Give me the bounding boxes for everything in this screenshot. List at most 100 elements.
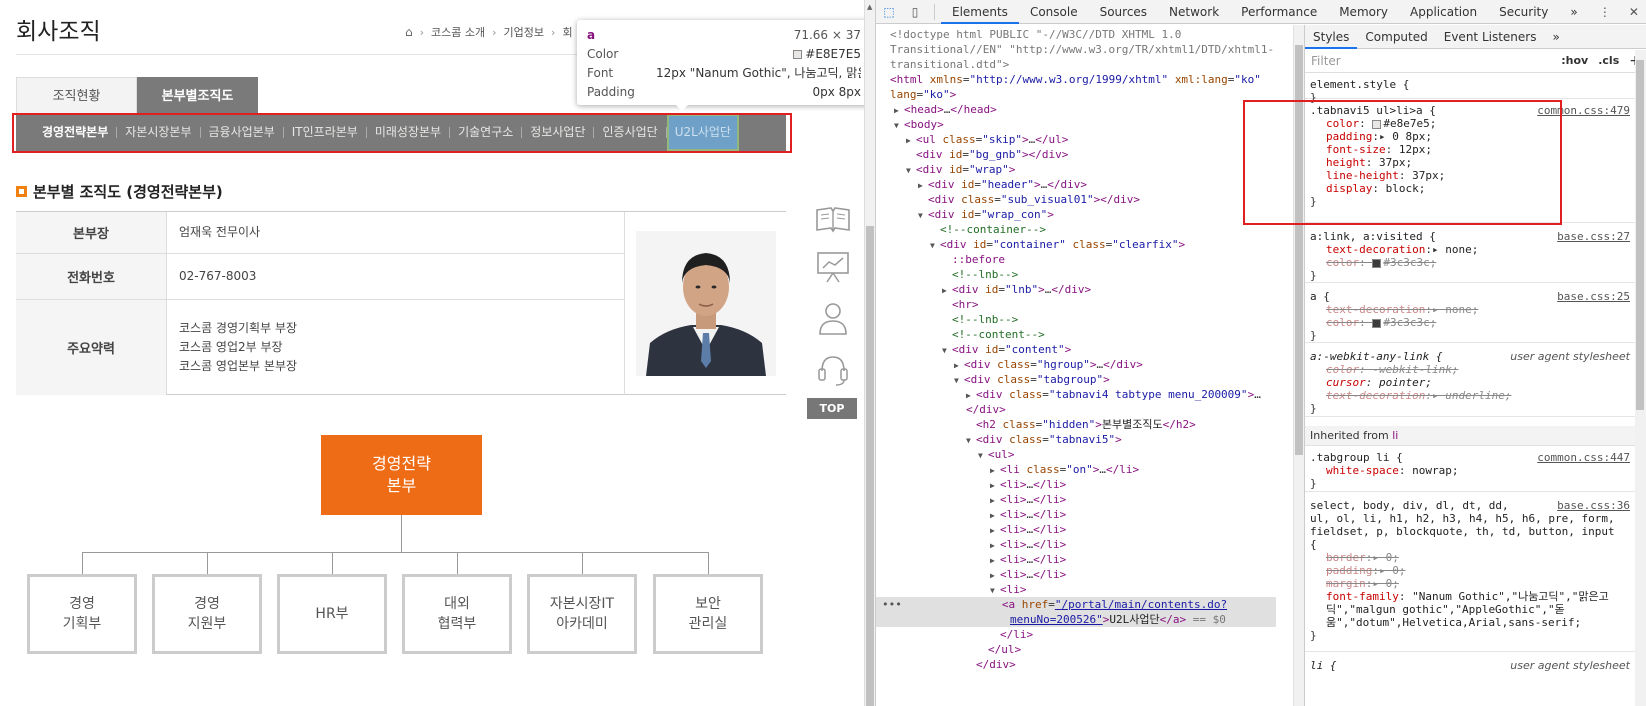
dom-line[interactable]: transitional.dtd"> [890, 57, 1009, 72]
headset-icon[interactable] [814, 351, 852, 389]
dom-line[interactable]: ▼ <div id="content"> [942, 342, 1071, 357]
dom-line[interactable]: <div class="sub_visual01"></div> [928, 192, 1140, 207]
css-rule-li-ua[interactable]: li { user agent stylesheet [1305, 656, 1635, 686]
more-tabs-icon[interactable]: » [1544, 25, 1567, 49]
page-scrollbar[interactable]: ▲ [864, 0, 875, 706]
dom-line[interactable]: ▶ <ul class="skip">…</ul> [906, 132, 1068, 147]
dom-line-selected[interactable]: ••• <a href="/portal/main/contents.do? men… [876, 597, 1276, 627]
dom-line[interactable]: ▶ <div class="tabnavi4 tabtype menu_20000… [966, 387, 1261, 402]
scroll-up-icon[interactable]: ▲ [867, 3, 872, 11]
dom-line[interactable]: ▶ <li>…</li> [990, 477, 1066, 492]
dom-line[interactable]: ▶ <div id="header">…</div> [918, 177, 1087, 192]
dom-line[interactable]: <!--container--> [940, 222, 1046, 237]
dom-line[interactable]: ▶ <li>…</li> [990, 567, 1066, 582]
presentation-icon[interactable] [814, 249, 852, 285]
dom-line[interactable]: ▼ <li> [990, 582, 1027, 597]
cls-toggle[interactable]: .cls [1598, 54, 1619, 67]
dom-line[interactable]: ▶ <li class="on">…</li> [990, 462, 1139, 477]
close-icon[interactable]: ✕ [1621, 5, 1646, 19]
dom-line[interactable]: ▶ <div class="hgroup">…</div> [954, 357, 1143, 372]
dom-line[interactable]: ▼ <div id="wrap_con"> [918, 207, 1054, 222]
org-dept-box[interactable]: 자본시장IT 아카데미 [527, 574, 637, 654]
dom-line[interactable]: <!--content--> [952, 327, 1045, 342]
top-button[interactable]: TOP [807, 398, 857, 419]
filter-input[interactable]: Filter [1311, 54, 1341, 68]
org-dept-box[interactable]: 대외 협력부 [402, 574, 512, 654]
more-tabs-icon[interactable]: » [1559, 0, 1588, 24]
dom-line[interactable]: ▼ <div class="tabgroup"> [954, 372, 1110, 387]
tab-org-status[interactable]: 조직현황 [16, 77, 137, 114]
tab-event-listeners[interactable]: Event Listeners [1436, 25, 1545, 49]
home-icon[interactable]: ⌂ [405, 25, 413, 39]
dom-line[interactable]: ▶ <li>…</li> [990, 552, 1066, 567]
rule-source-link[interactable]: base.css:36 [1557, 499, 1630, 512]
tab-console[interactable]: Console [1019, 0, 1089, 24]
styles-scrollbar[interactable] [1635, 50, 1646, 706]
dom-tree[interactable]: <!doctype html PUBLIC "-//W3C//DTD XHTML… [876, 25, 1293, 706]
breadcrumb-item[interactable]: 기업정보 [504, 24, 544, 40]
dom-line[interactable]: </div> [976, 657, 1016, 672]
dom-line[interactable]: lang="ko"> [890, 87, 956, 102]
dom-line[interactable]: ▶ <li>…</li> [990, 537, 1066, 552]
rule-source-link[interactable]: base.css:25 [1557, 290, 1630, 303]
dom-line[interactable]: ▼ <ul> [978, 447, 1015, 462]
dom-line[interactable]: <!--lnb--> [952, 267, 1018, 282]
rule-source-link[interactable]: common.css:447 [1537, 451, 1630, 464]
css-rule-webkit-any-link[interactable]: a:-webkit-any-link { user agent styleshe… [1305, 347, 1635, 417]
device-toggle-icon[interactable]: ▯ [902, 5, 928, 19]
dom-line[interactable]: ::before [952, 252, 1005, 267]
breadcrumb-item[interactable]: 회 [562, 24, 572, 40]
dom-line[interactable]: </div> [966, 402, 1006, 417]
person-icon[interactable] [814, 299, 852, 337]
css-rule-a-link[interactable]: a:link, a:visited { base.css:27 text-dec… [1305, 227, 1635, 283]
tab-computed[interactable]: Computed [1357, 25, 1435, 49]
quick-menu [809, 205, 857, 389]
dom-line[interactable]: <div id="bg_gnb"></div> [916, 147, 1068, 162]
tab-styles[interactable]: Styles [1305, 25, 1358, 49]
scroll-thumb[interactable] [866, 226, 874, 706]
tooltip-font-label: Font [587, 66, 614, 80]
dom-line[interactable]: ▶ <li>…</li> [990, 522, 1066, 537]
inspect-element-icon[interactable]: ⬚ [876, 5, 902, 19]
dom-line[interactable]: ▶ <div id="lnb">…</div> [942, 282, 1091, 297]
tab-division-org[interactable]: 본부별조직도 [137, 77, 258, 114]
book-icon[interactable] [814, 205, 852, 235]
tab-application[interactable]: Application [1399, 0, 1488, 24]
tab-performance[interactable]: Performance [1230, 0, 1328, 24]
dom-line[interactable]: </li> [1000, 627, 1033, 642]
dom-line[interactable]: ▼ <div class="tabnavi5"> [966, 432, 1122, 447]
css-rule-base-reset[interactable]: select, body, div, dl, dt, dd, ul, ol, li… [1305, 496, 1635, 652]
css-rule-element-style[interactable]: element.style {} [1305, 75, 1635, 104]
org-dept-box[interactable]: 보안 관리실 [653, 574, 763, 654]
inherited-element[interactable]: li [1392, 429, 1398, 442]
dom-line[interactable]: </ul> [988, 642, 1021, 657]
org-dept-box[interactable]: 경영 기획부 [27, 574, 137, 654]
dom-line[interactable]: <html xmlns="http://www.w3.org/1999/xhtm… [890, 72, 1261, 87]
org-dept-box[interactable]: HR부 [277, 574, 387, 654]
dom-line[interactable]: <!--lnb--> [952, 312, 1018, 327]
tab-sources[interactable]: Sources [1089, 0, 1158, 24]
breadcrumb-item[interactable]: 코스콤 소개 [431, 24, 485, 40]
scroll-thumb[interactable] [1636, 60, 1644, 410]
dom-line[interactable]: <hr> [952, 297, 979, 312]
tab-network[interactable]: Network [1158, 0, 1230, 24]
rule-selector: a:-webkit-any-link { [1310, 350, 1443, 363]
dom-line[interactable]: ▼ <div id="container" class="clearfix"> [930, 237, 1185, 252]
dom-line[interactable]: ▼ <body> [894, 117, 944, 132]
kebab-menu-icon[interactable]: ⋮ [1591, 5, 1619, 19]
dom-line[interactable]: <!doctype html PUBLIC "-//W3C//DTD XHTML… [890, 27, 1181, 42]
tab-security[interactable]: Security [1488, 0, 1559, 24]
dom-line[interactable]: ▶ <head>…</head> [894, 102, 997, 117]
dom-line[interactable]: Transitional//EN" "http://www.w3.org/TR/… [890, 42, 1274, 57]
dom-line[interactable]: ▶ <li>…</li> [990, 507, 1066, 522]
css-rule-tabgroup-li[interactable]: .tabgroup li { common.css:447 white-spac… [1305, 448, 1635, 492]
rule-source-link[interactable]: base.css:27 [1557, 230, 1630, 243]
hov-toggle[interactable]: :hov [1561, 54, 1588, 67]
dom-line[interactable]: <h2 class="hidden">본부별조직도</h2> [976, 417, 1196, 432]
tab-elements[interactable]: Elements [941, 0, 1019, 24]
css-rule-a[interactable]: a { base.css:25 text-decoration:▸ none; … [1305, 287, 1635, 343]
tab-memory[interactable]: Memory [1328, 0, 1399, 24]
dom-line[interactable]: ▼ <div id="wrap"> [906, 162, 1015, 177]
dom-line[interactable]: ▶ <li>…</li> [990, 492, 1066, 507]
org-dept-box[interactable]: 경영 지원부 [152, 574, 262, 654]
